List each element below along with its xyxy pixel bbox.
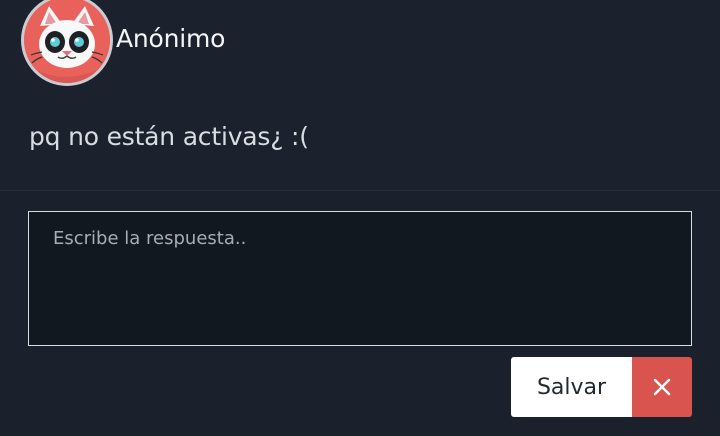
avatar xyxy=(21,0,113,86)
reply-page: Anónimo pq no están activas¿ :( Salvar xyxy=(0,0,720,436)
comment-text: pq no están activas¿ :( xyxy=(29,122,309,151)
comment-card: Anónimo pq no están activas¿ :( xyxy=(0,0,720,191)
reply-actions: Salvar xyxy=(511,357,692,417)
reply-input[interactable] xyxy=(28,211,692,346)
save-button[interactable]: Salvar xyxy=(511,357,632,417)
close-icon xyxy=(653,378,671,396)
author-name: Anónimo xyxy=(116,24,226,53)
cat-avatar-icon xyxy=(24,0,110,83)
cancel-button[interactable] xyxy=(632,357,692,417)
